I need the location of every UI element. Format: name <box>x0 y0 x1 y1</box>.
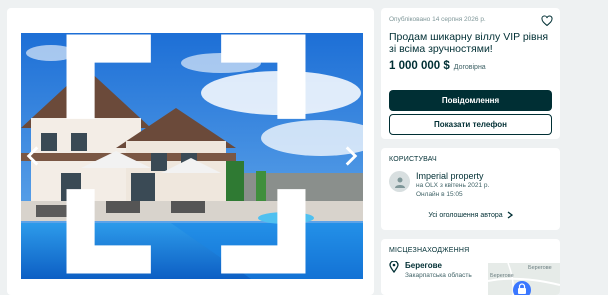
location-card: МІСЦЕЗНАХОДЖЕННЯ Берегове Закарпатська о… <box>381 239 560 295</box>
seller-name[interactable]: Imperial property <box>416 171 489 181</box>
message-button[interactable]: Повідомлення <box>389 90 552 111</box>
seller-online: Онлайн в 15:05 <box>416 191 463 198</box>
price: 1 000 000 $ <box>389 60 450 72</box>
map-label: Берегове <box>490 273 514 279</box>
price-row: 1 000 000 $ Договірна <box>389 60 552 72</box>
listing-photo[interactable] <box>21 33 363 279</box>
location-map[interactable]: Берегове Берегове <box>488 263 560 295</box>
all-seller-ads-link[interactable]: Усі оголошення автора <box>381 211 560 219</box>
offer-card: Опубліковано 14 серпня 2026 р. Продам ши… <box>381 8 560 139</box>
show-phone-button[interactable]: Показати телефон <box>389 114 552 135</box>
seller-row[interactable]: Imperial property на OLX з квітень 2021 … <box>389 171 552 199</box>
publish-date: Опубліковано 14 серпня 2026 р. <box>389 16 486 23</box>
seller-card: КОРИСТУВАЧ Imperial property на OLX з кв… <box>381 148 560 230</box>
user-icon <box>394 177 405 188</box>
all-ads-label: Усі оголошення автора <box>428 211 503 219</box>
gallery-card <box>7 8 374 295</box>
chevron-right-icon <box>507 211 513 219</box>
heart-outline-icon[interactable] <box>541 15 553 27</box>
map-label: Берегове <box>528 265 552 271</box>
seller-since: на OLX з квітень 2021 р. <box>416 182 490 189</box>
seller-section-label: КОРИСТУВАЧ <box>389 156 437 163</box>
negotiable-label: Договірна <box>453 64 486 71</box>
location-section-label: МІСЦЕЗНАХОДЖЕННЯ <box>389 247 470 254</box>
avatar <box>389 171 410 192</box>
location-region: Закарпатська область <box>405 272 472 279</box>
listing-title: Продам шикарну віллу VIP рівня зі всіма … <box>389 31 549 55</box>
location-city: Берегове <box>405 261 442 270</box>
expand-icon[interactable] <box>21 33 357 277</box>
pin-icon <box>389 261 399 273</box>
